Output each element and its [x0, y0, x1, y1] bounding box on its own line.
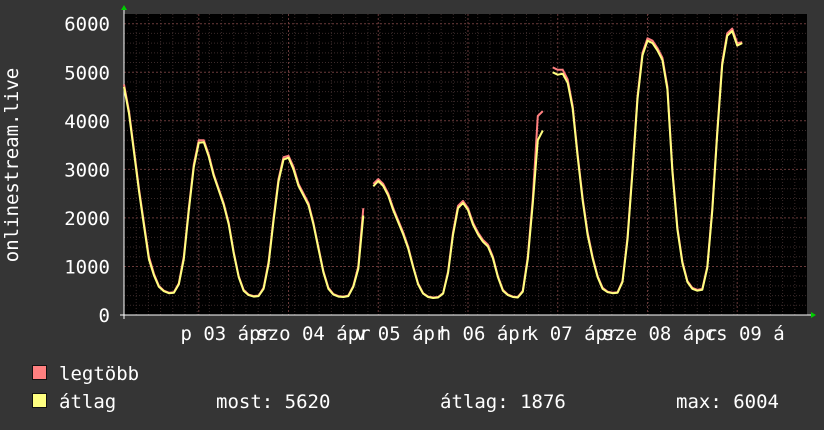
- stat-max: max: 6004: [676, 391, 779, 413]
- grid: [124, 14, 807, 315]
- x-tick-label: cs 09 á: [705, 323, 785, 345]
- y-tick-label: 1000: [64, 256, 110, 278]
- stat-atlag: átlag: 1876: [440, 391, 566, 413]
- legend-label-legtobb: legtöbb: [59, 363, 140, 385]
- legend-item-atlag: átlag: [32, 390, 116, 414]
- x-tick-label: v 05 ápr: [355, 323, 447, 345]
- legend-swatch-legtobb: [32, 365, 47, 380]
- legend-swatch-atlag: [32, 393, 47, 408]
- y-tick-label: 3000: [64, 159, 110, 181]
- y-tick-label: 4000: [64, 111, 110, 133]
- chart-stage: 0 1000 2000 3000 4000 5000 6000 p 03 ápr szo 04 …: [0, 0, 824, 430]
- legend-item-legtobb: legtöbb: [32, 362, 139, 386]
- y-tick-label: 0: [99, 305, 110, 327]
- x-tick-label: szo 04 ápr: [256, 323, 370, 345]
- stat-most: most: 5620: [216, 391, 331, 413]
- x-tick-label: sze 08 ápr: [603, 323, 717, 345]
- y-tick-label: 5000: [64, 62, 110, 84]
- y-axis-arrow: [121, 5, 127, 10]
- y-tick-label: 6000: [64, 14, 110, 36]
- x-axis-arrow: [811, 312, 816, 318]
- legend-label-atlag: átlag: [59, 391, 117, 413]
- y-tick-label: 2000: [64, 208, 110, 230]
- y-axis-label: onlinestream.live: [1, 68, 23, 262]
- x-tick-label: h 06 ápr: [440, 323, 532, 345]
